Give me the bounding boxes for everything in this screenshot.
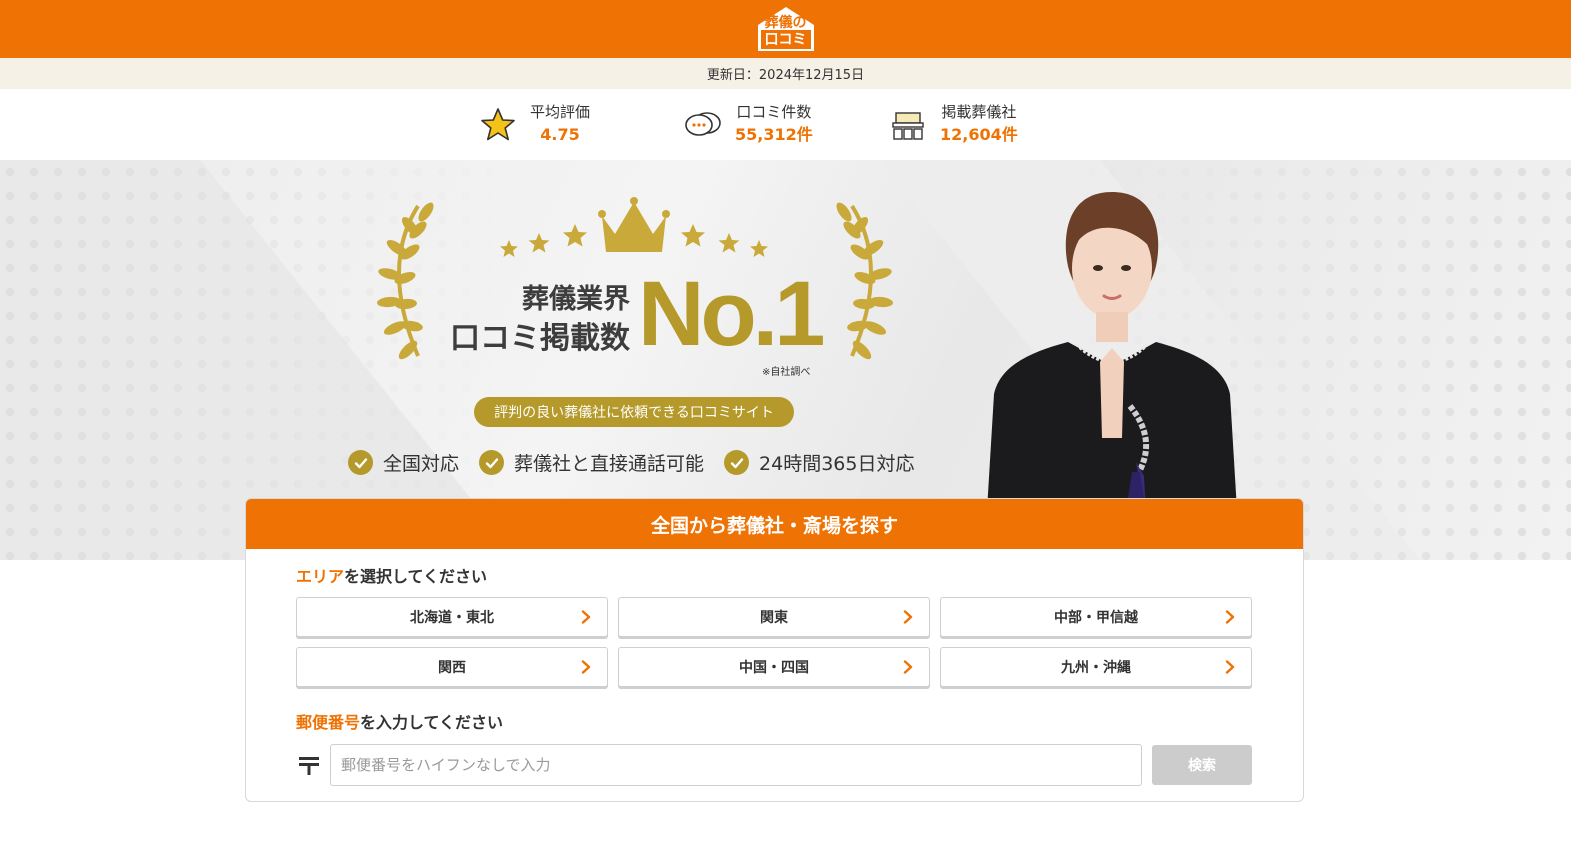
feature-label: 全国対応 xyxy=(383,453,460,475)
chevron-right-icon xyxy=(903,660,913,674)
area-button-label: 関東 xyxy=(760,610,788,626)
stat-label: 平均評価 xyxy=(530,102,591,121)
stat-label: 掲載葬儀社 xyxy=(941,102,1017,121)
hero-no1-text: No.1 xyxy=(638,263,825,365)
feature-label: 葬儀社と直接通話可能 xyxy=(514,453,705,475)
chevron-right-icon xyxy=(1225,610,1235,624)
area-button-chubu-koshinetsu[interactable]: 中部・甲信越 xyxy=(940,597,1252,637)
area-button-label: 北海道・東北 xyxy=(410,610,494,626)
feature-item: 葬儀社と直接通話可能 xyxy=(479,449,704,476)
update-date-bar: 更新日：2024年12月15日 xyxy=(0,58,1571,89)
chat-bubbles-icon xyxy=(685,111,721,136)
search-card-title: 全国から葬儀社・斎場を探す xyxy=(650,514,898,537)
update-date: 更新日：2024年12月15日 xyxy=(706,68,865,83)
chevron-right-icon xyxy=(1225,660,1235,674)
hero-tagline-pill: 評判の良い葬儀社に依頼できる口コミサイト xyxy=(474,397,794,427)
zip-title-highlight: 郵便番号 xyxy=(296,713,361,732)
area-button-kansai[interactable]: 関西 xyxy=(296,647,608,687)
star-icon xyxy=(481,107,515,140)
area-button-hokkaido-tohoku[interactable]: 北海道・東北 xyxy=(296,597,608,637)
area-button-label: 関西 xyxy=(438,660,466,676)
stat-value: 12,604件 xyxy=(940,124,1018,144)
area-button-kyushu-okinawa[interactable]: 九州・沖縄 xyxy=(940,647,1252,687)
check-icon xyxy=(348,450,373,475)
logo-text-bottom: 口コミ xyxy=(764,32,807,48)
area-button-label: 中国・四国 xyxy=(739,660,809,676)
chevron-right-icon xyxy=(903,610,913,624)
area-button-kanto[interactable]: 関東 xyxy=(618,597,930,637)
zip-section-title: 郵便番号を入力してください xyxy=(296,709,503,733)
postal-mark-icon xyxy=(299,757,319,775)
check-icon xyxy=(479,450,505,475)
stat-average-rating: 平均評価 4.75 xyxy=(478,102,683,148)
chevron-right-icon xyxy=(581,610,591,624)
stats-bar: 平均評価 4.75 口コミ件数 55,312件 掲載葬儀社 12,604件 xyxy=(0,89,1571,160)
area-title-highlight: エリア xyxy=(296,567,345,586)
search-card: 全国から葬儀社・斎場を探す エリアを選択してください 北海道・東北 関東 中部・… xyxy=(245,498,1304,802)
zip-code-input[interactable] xyxy=(330,744,1142,786)
hero-headline-line1: 葬儀業界 xyxy=(522,284,630,315)
hero-footnote: ※自社調べ xyxy=(762,367,811,378)
top-header: 葬儀の 口コミ xyxy=(0,0,1571,58)
area-button-grid: 北海道・東北 関東 中部・甲信越 関西 中国・四国 九州・沖縄 xyxy=(296,597,1253,687)
stat-value: 55,312件 xyxy=(735,124,813,144)
area-title-rest: を選択してください xyxy=(344,567,488,586)
area-button-chugoku-shikoku[interactable]: 中国・四国 xyxy=(618,647,930,687)
stat-label: 口コミ件数 xyxy=(736,102,812,121)
feature-item: 全国対応 xyxy=(348,449,459,476)
zip-search-button[interactable]: 検索 xyxy=(1152,745,1252,785)
area-button-label: 中部・甲信越 xyxy=(1054,610,1138,626)
area-button-label: 九州・沖縄 xyxy=(1061,660,1131,676)
area-section-title: エリアを選択してください xyxy=(296,563,487,587)
feature-item: 24時間365日対応 xyxy=(724,449,914,476)
feature-label: 24時間365日対応 xyxy=(759,453,915,475)
chevron-right-icon xyxy=(581,660,591,674)
search-card-header: 全国から葬儀社・斎場を探す xyxy=(246,499,1303,549)
stat-review-count: 口コミ件数 55,312件 xyxy=(683,102,888,148)
logo-text-top: 葬儀の xyxy=(764,15,807,31)
zip-title-rest: を入力してください xyxy=(360,713,504,732)
site-logo[interactable]: 葬儀の 口コミ xyxy=(756,5,816,53)
funeral-hall-icon xyxy=(892,111,924,140)
stat-value: 4.75 xyxy=(540,124,580,144)
check-icon xyxy=(724,450,750,475)
zip-search-row: 検索 xyxy=(296,743,1253,787)
stat-listed-companies: 掲載葬儀社 12,604件 xyxy=(888,102,1093,148)
hero-headline-line2: 口コミ掲載数 xyxy=(450,321,630,356)
hero-features: 全国対応 葬儀社と直接通話可能 24時間365日対応 xyxy=(348,449,914,476)
